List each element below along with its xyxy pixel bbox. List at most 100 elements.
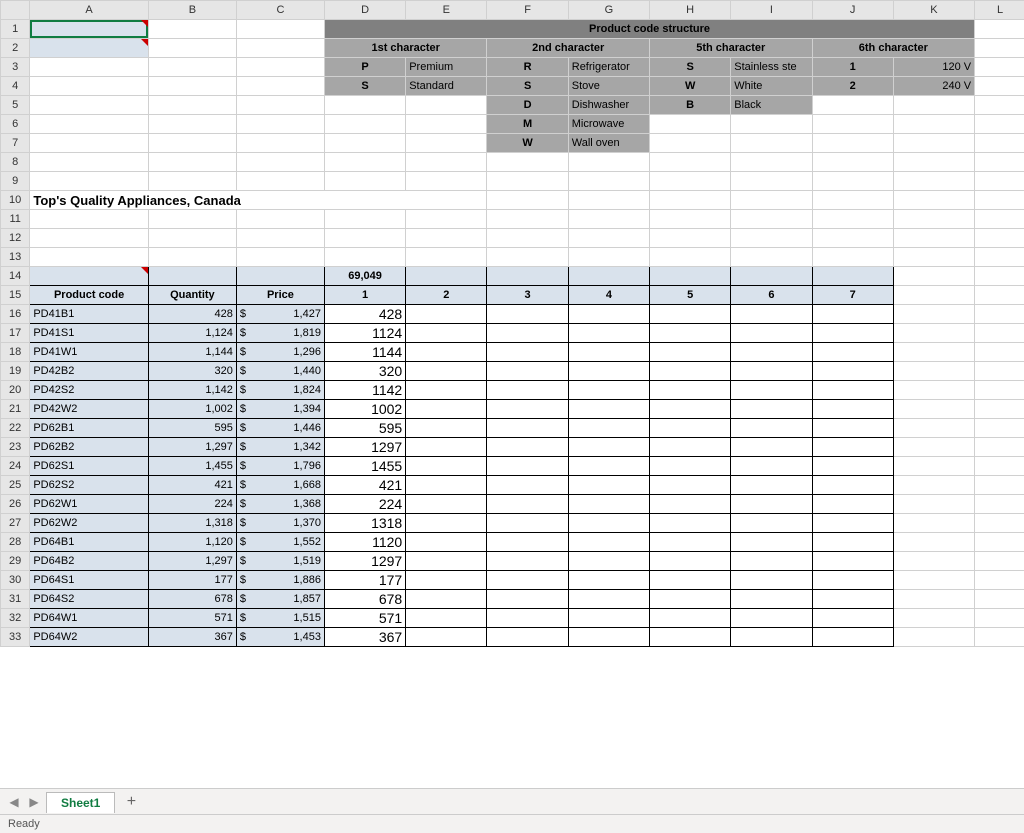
- cell[interactable]: [893, 381, 974, 400]
- cell[interactable]: $1,857: [236, 590, 324, 609]
- cell[interactable]: PD62B1: [30, 419, 149, 438]
- cell[interactable]: [893, 153, 974, 172]
- cell[interactable]: W: [487, 134, 568, 153]
- cell[interactable]: [812, 514, 893, 533]
- cell[interactable]: [893, 343, 974, 362]
- cell[interactable]: Stove: [568, 77, 649, 96]
- cell[interactable]: [731, 191, 812, 210]
- cell[interactable]: [148, 248, 236, 267]
- cell[interactable]: [650, 571, 731, 590]
- cell[interactable]: [812, 457, 893, 476]
- cell[interactable]: 177: [324, 571, 405, 590]
- cell[interactable]: [148, 96, 236, 115]
- cell[interactable]: [324, 229, 405, 248]
- cell[interactable]: [650, 419, 731, 438]
- cell[interactable]: [406, 609, 487, 628]
- cell[interactable]: B: [650, 96, 731, 115]
- cell[interactable]: [731, 172, 812, 191]
- cell[interactable]: D: [487, 96, 568, 115]
- cell[interactable]: [975, 609, 1024, 628]
- cell[interactable]: [812, 476, 893, 495]
- cell[interactable]: [812, 191, 893, 210]
- cell[interactable]: [893, 590, 974, 609]
- cell[interactable]: Microwave: [568, 115, 649, 134]
- cell[interactable]: $1,796: [236, 457, 324, 476]
- cell[interactable]: [487, 400, 568, 419]
- cell[interactable]: $1,819: [236, 324, 324, 343]
- cell[interactable]: [324, 96, 405, 115]
- cell[interactable]: W: [650, 77, 731, 96]
- cell[interactable]: PD62W2: [30, 514, 149, 533]
- cell[interactable]: [893, 457, 974, 476]
- cell[interactable]: [975, 96, 1024, 115]
- cell[interactable]: 1318: [324, 514, 405, 533]
- cell[interactable]: [812, 210, 893, 229]
- cell[interactable]: [487, 381, 568, 400]
- cell[interactable]: [236, 39, 324, 58]
- cell[interactable]: [731, 514, 812, 533]
- cell[interactable]: [812, 324, 893, 343]
- cell[interactable]: [487, 229, 568, 248]
- cell[interactable]: [148, 267, 236, 286]
- row-header[interactable]: 30: [1, 571, 30, 590]
- cell[interactable]: PD64W2: [30, 628, 149, 647]
- cell[interactable]: 2: [406, 286, 487, 305]
- cell[interactable]: [650, 476, 731, 495]
- cell[interactable]: S: [487, 77, 568, 96]
- row-header[interactable]: 7: [1, 134, 30, 153]
- cell[interactable]: [324, 172, 405, 191]
- cell[interactable]: [650, 533, 731, 552]
- row-header[interactable]: 29: [1, 552, 30, 571]
- cell[interactable]: [893, 438, 974, 457]
- cell[interactable]: 1297: [324, 438, 405, 457]
- cell[interactable]: [731, 552, 812, 571]
- cell[interactable]: [893, 324, 974, 343]
- cell[interactable]: [148, 115, 236, 134]
- cell[interactable]: [406, 362, 487, 381]
- cell[interactable]: PD64S2: [30, 590, 149, 609]
- cell[interactable]: [406, 134, 487, 153]
- cell[interactable]: [148, 58, 236, 77]
- cell[interactable]: [236, 134, 324, 153]
- cell[interactable]: [893, 495, 974, 514]
- cell[interactable]: [568, 514, 649, 533]
- cell[interactable]: [650, 305, 731, 324]
- cell[interactable]: [568, 400, 649, 419]
- cell[interactable]: 1124: [324, 324, 405, 343]
- cell[interactable]: PD41W1: [30, 343, 149, 362]
- cell[interactable]: [731, 324, 812, 343]
- cell[interactable]: [406, 419, 487, 438]
- cell[interactable]: [406, 96, 487, 115]
- row-header[interactable]: 20: [1, 381, 30, 400]
- cell[interactable]: [650, 438, 731, 457]
- cell[interactable]: [568, 343, 649, 362]
- cell[interactable]: [236, 58, 324, 77]
- cell[interactable]: [731, 343, 812, 362]
- cell[interactable]: [487, 552, 568, 571]
- cell[interactable]: $1,668: [236, 476, 324, 495]
- cell[interactable]: [406, 552, 487, 571]
- cell[interactable]: [406, 533, 487, 552]
- cell[interactable]: PD64W1: [30, 609, 149, 628]
- cell[interactable]: [406, 476, 487, 495]
- cell[interactable]: [30, 267, 149, 286]
- col-header[interactable]: L: [975, 1, 1024, 20]
- cell[interactable]: 3: [487, 286, 568, 305]
- cell[interactable]: [812, 248, 893, 267]
- cell[interactable]: [487, 476, 568, 495]
- add-sheet-button[interactable]: +: [119, 790, 143, 814]
- cell[interactable]: [406, 400, 487, 419]
- cell[interactable]: [893, 609, 974, 628]
- cell[interactable]: [30, 77, 149, 96]
- cell[interactable]: [731, 267, 812, 286]
- row-header[interactable]: 19: [1, 362, 30, 381]
- cell[interactable]: 421: [324, 476, 405, 495]
- cell[interactable]: [731, 248, 812, 267]
- cell[interactable]: [568, 153, 649, 172]
- cell[interactable]: [568, 305, 649, 324]
- cell[interactable]: [568, 362, 649, 381]
- cell[interactable]: [731, 476, 812, 495]
- cell[interactable]: 69,049: [324, 267, 405, 286]
- cell[interactable]: [893, 248, 974, 267]
- cell[interactable]: [487, 438, 568, 457]
